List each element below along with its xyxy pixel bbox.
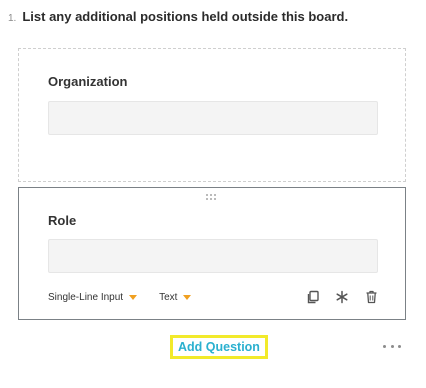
input-type-label: Single-Line Input xyxy=(48,291,124,303)
copy-icon[interactable] xyxy=(305,289,321,305)
organization-input[interactable] xyxy=(48,101,378,135)
trash-icon[interactable] xyxy=(363,289,379,305)
caret-down-icon xyxy=(183,294,192,300)
asterisk-icon[interactable] xyxy=(334,289,350,305)
input-type-dropdown[interactable]: Single-Line Input xyxy=(48,291,138,303)
data-type-dropdown[interactable]: Text xyxy=(159,291,192,303)
question-header: 1. List any additional positions held ou… xyxy=(8,9,348,24)
question-number: 1. xyxy=(8,13,17,24)
role-input[interactable] xyxy=(48,239,378,273)
field-controls: Single-Line Input Text xyxy=(48,289,379,305)
field-label-organization[interactable]: Organization xyxy=(48,74,127,89)
drag-handle-icon[interactable] xyxy=(206,194,218,200)
add-question-button[interactable]: Add Question xyxy=(170,335,268,359)
more-icon[interactable] xyxy=(383,343,401,349)
field-actions xyxy=(305,289,379,305)
field-block-organization[interactable]: Organization xyxy=(18,48,406,182)
question-text[interactable]: List any additional positions held outsi… xyxy=(22,9,348,24)
data-type-label: Text xyxy=(159,291,178,303)
field-block-role[interactable]: Role Single-Line Input Text xyxy=(18,187,406,320)
caret-down-icon xyxy=(129,294,138,300)
field-label-role[interactable]: Role xyxy=(48,213,76,228)
